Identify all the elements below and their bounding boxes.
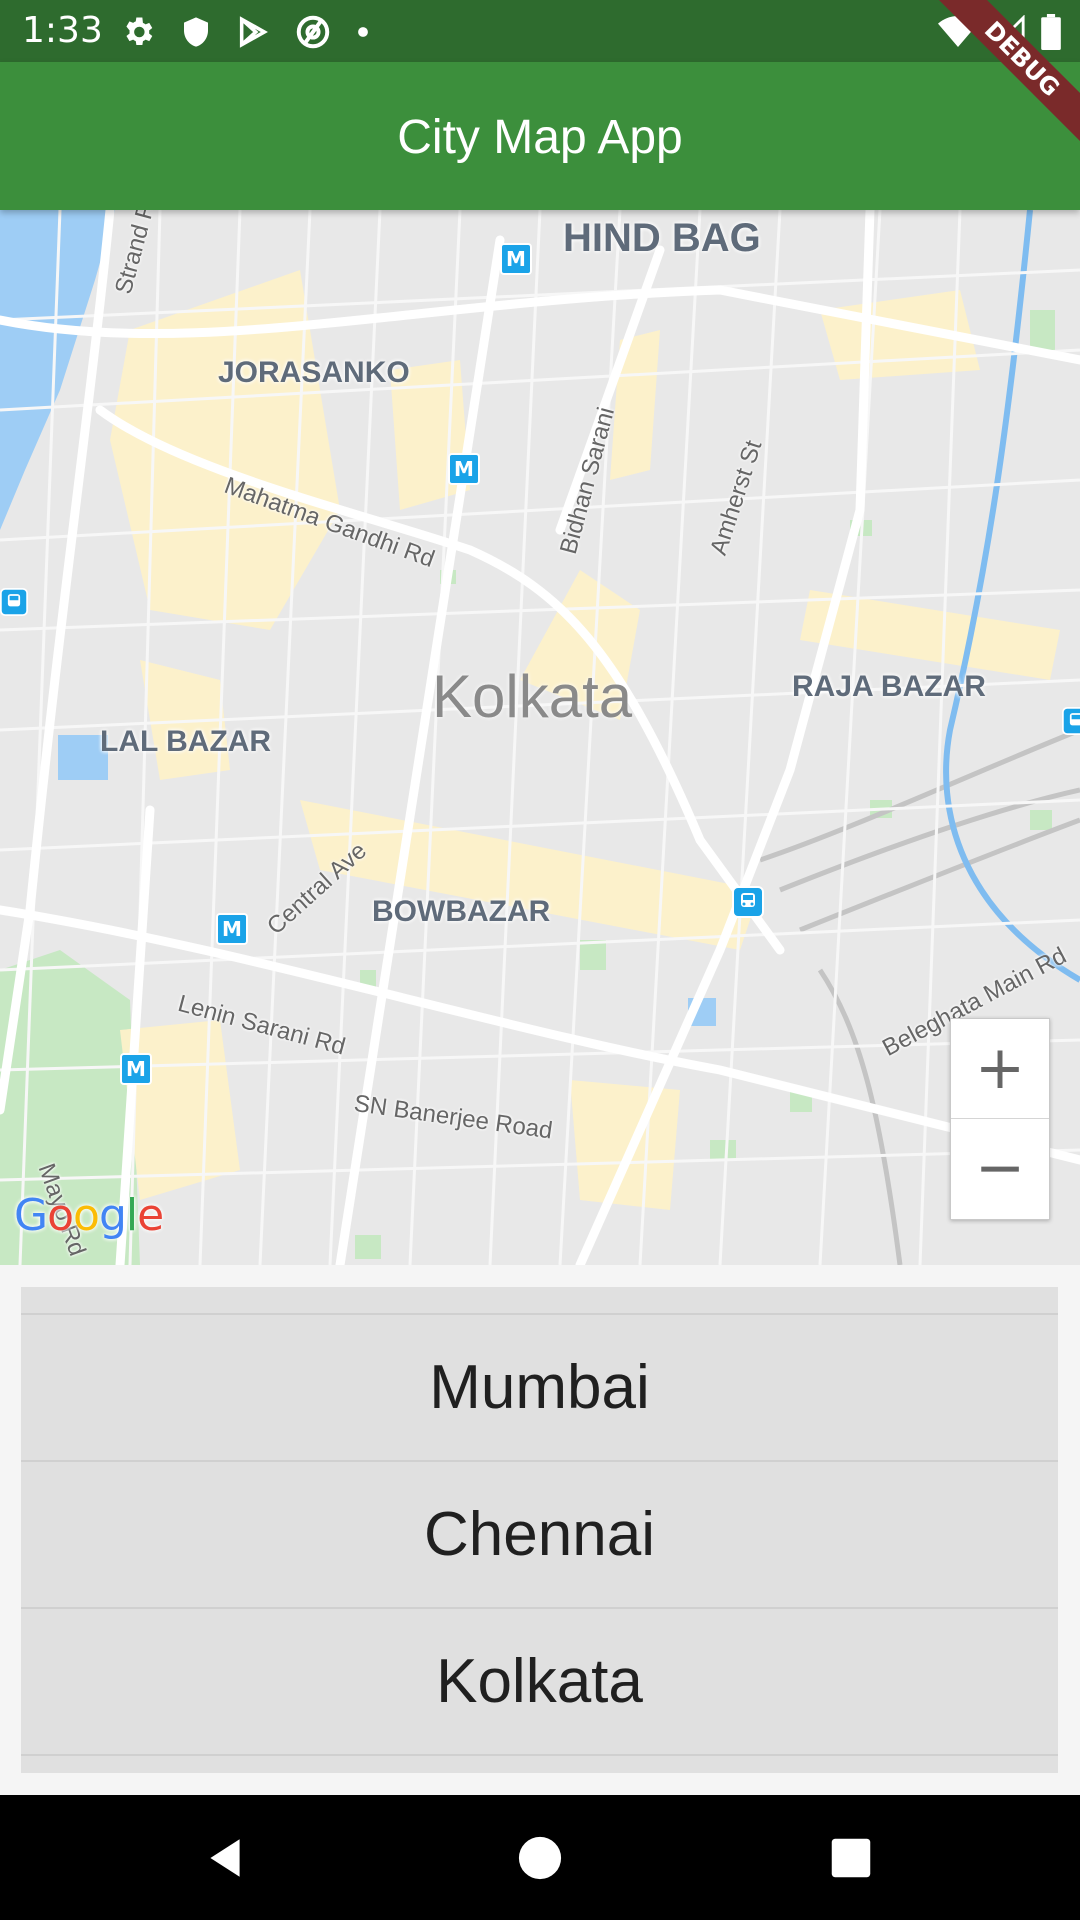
zoom-in-button[interactable]: +: [951, 1019, 1049, 1118]
metro-station-icon[interactable]: M: [500, 243, 532, 275]
map-view[interactable]: HIND BAG JORASANKO RAJA BAZAR LAL BAZAR …: [0, 210, 1080, 1265]
status-icons-left: [120, 12, 370, 52]
status-bar: 1:33: [0, 0, 1080, 62]
area-label-jorasanko: JORASANKO: [218, 356, 410, 389]
navigation-bar: [0, 1795, 1080, 1920]
area-label-raja-bazar: RAJA BAZAR: [792, 670, 986, 703]
home-icon[interactable]: [517, 1835, 563, 1881]
zoom-controls: + −: [950, 1018, 1050, 1220]
recents-icon[interactable]: [830, 1837, 872, 1879]
city-item-chennai[interactable]: Chennai: [21, 1462, 1058, 1607]
list-divider: [21, 1754, 1058, 1756]
battery-icon: [1041, 14, 1061, 50]
metro-station-icon[interactable]: M: [216, 913, 248, 945]
settings-icon: [126, 17, 153, 46]
google-logo: Google: [14, 1190, 164, 1241]
city-item-mumbai[interactable]: Mumbai: [21, 1315, 1058, 1460]
app-bar: City Map App: [0, 62, 1080, 210]
railway-station-icon[interactable]: [0, 588, 28, 616]
area-label-lal-bazar: LAL BAZAR: [100, 725, 272, 758]
metro-station-icon[interactable]: M: [448, 453, 480, 485]
railway-station-icon[interactable]: [1062, 707, 1080, 735]
shield-icon: [184, 17, 208, 47]
status-time: 1:33: [22, 10, 103, 51]
area-label-bowbazar: BOWBAZAR: [372, 895, 551, 928]
back-icon[interactable]: [200, 1833, 250, 1883]
city-item-kolkata[interactable]: Kolkata: [21, 1609, 1058, 1754]
railway-station-icon[interactable]: [732, 886, 764, 918]
dot-icon: [358, 27, 368, 37]
city-list: Mumbai Chennai Kolkata: [21, 1287, 1058, 1773]
metro-station-icon[interactable]: M: [120, 1053, 152, 1085]
play-store-icon: [239, 16, 268, 48]
at-sign-icon: [296, 15, 330, 49]
area-label-hind-bag: HIND BAG: [563, 216, 761, 260]
app-title: City Map App: [397, 111, 683, 164]
city-label: Kolkata: [432, 663, 633, 730]
zoom-out-button[interactable]: −: [951, 1119, 1049, 1218]
